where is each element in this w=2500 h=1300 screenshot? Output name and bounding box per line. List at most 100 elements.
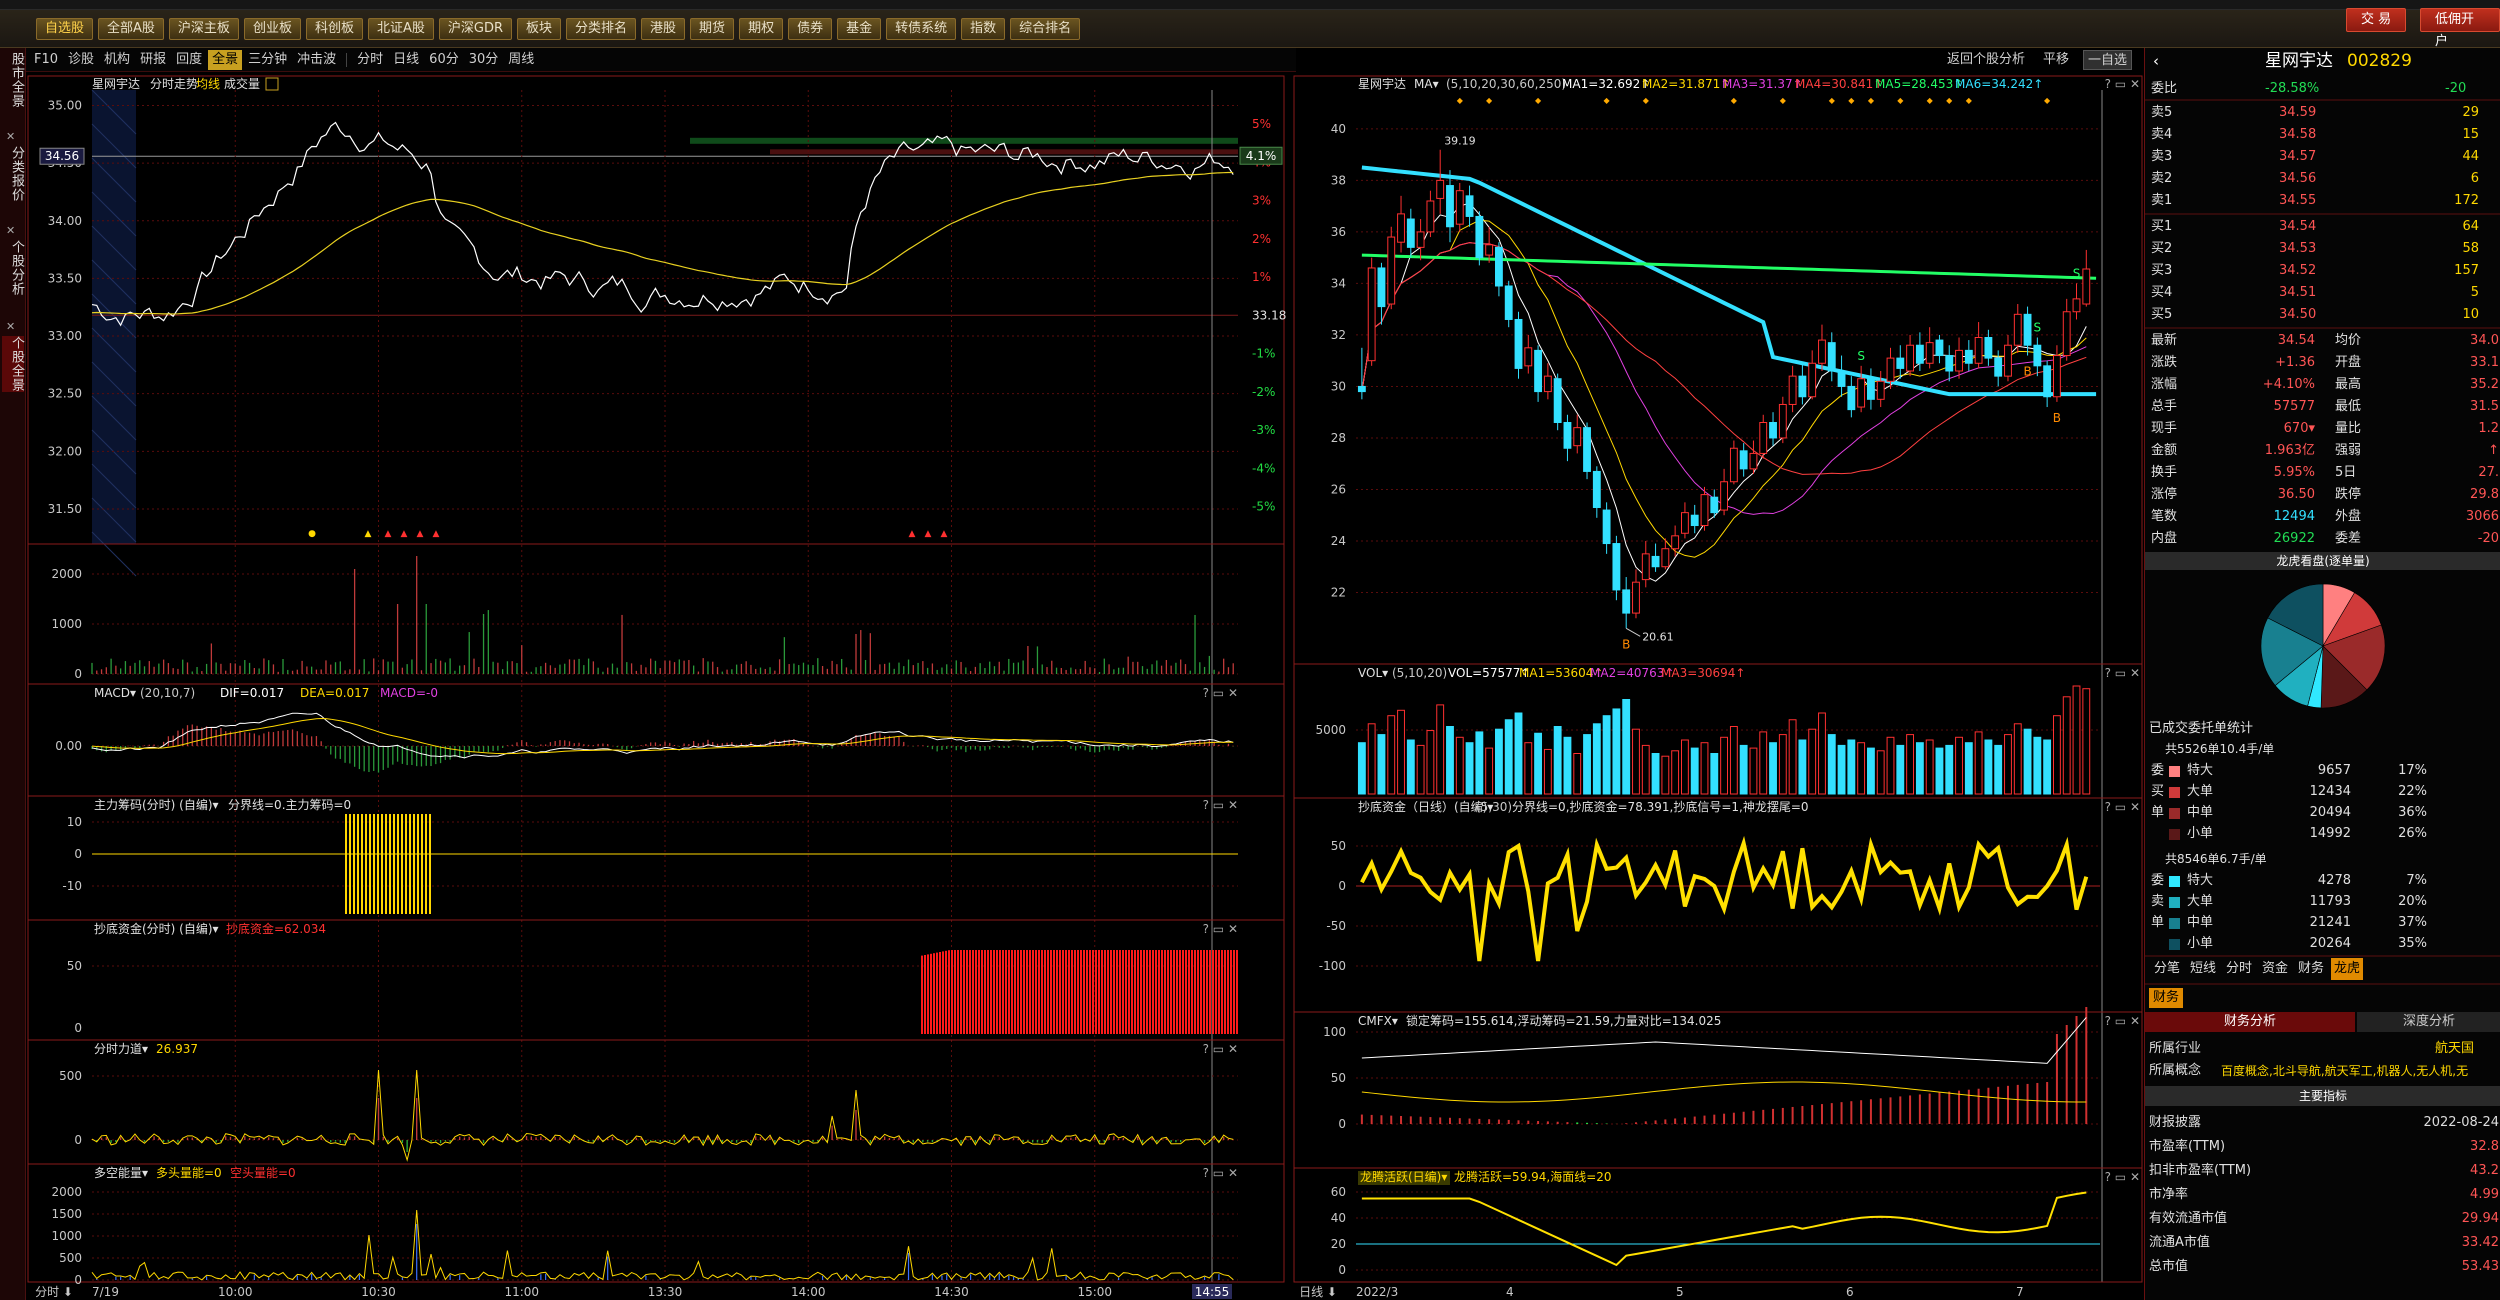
macd-value: MACD=-0 <box>380 686 438 700</box>
quote-label-2: 最高 <box>2335 377 2362 392</box>
dkn-controls[interactable]: ? ▭ ✕ <box>1203 1166 1238 1180</box>
dkn-axis-label: 0 <box>74 1273 82 1287</box>
chart-canvas[interactable]: 星网宇达分时走势均线成交量35.0034.5034.0033.5033.0032… <box>0 0 2144 1300</box>
kline-vol-bar <box>1749 747 1758 795</box>
trade-volume: 11793 <box>2309 894 2351 909</box>
signal-marker: ▲ <box>433 529 440 539</box>
fin-tab[interactable]: 财务 <box>2149 988 2184 1008</box>
panel-tab-0[interactable]: 分笔 <box>2151 958 2183 980</box>
quote-label-2: 外盘 <box>2335 509 2362 524</box>
candle-body <box>1925 342 1934 364</box>
panel-tab-4[interactable]: 财务 <box>2295 958 2327 980</box>
kline-ma-label[interactable]: MA▾ <box>1414 77 1439 91</box>
candle-body <box>1475 215 1484 259</box>
zlcm-panel-frame <box>27 795 1285 921</box>
panel-tab-1[interactable]: 短线 <box>2187 958 2219 980</box>
kline-cdzj-controls[interactable]: ? ▭ ✕ <box>2105 800 2140 814</box>
kline-event-marker: ◆ <box>2044 96 2051 105</box>
macd-params: (20,10,7) <box>140 686 195 700</box>
time-cursor-label: 14:55 <box>1195 1285 1230 1299</box>
candle-body <box>1426 200 1435 233</box>
kline-vol-controls[interactable]: ? ▭ ✕ <box>2105 666 2140 680</box>
kline-vol-bar <box>1700 742 1709 795</box>
candle-body <box>1681 512 1689 534</box>
pct-axis-label: 1% <box>1252 270 1271 284</box>
kline-cmfx-title[interactable]: CMFX▾ <box>1358 1014 1398 1028</box>
kline-cdzj-title[interactable]: 抄底资金（日线）(自编)▾ <box>1358 799 1493 814</box>
macd-controls[interactable]: ? ▭ ✕ <box>1203 686 1238 700</box>
kline-high-label: 39.19 <box>1444 134 1476 147</box>
kline-vol-bar <box>2062 696 2071 795</box>
candle-body <box>1397 213 1405 243</box>
kline-vol-bar <box>2033 736 2042 795</box>
trade-percent: 37% <box>2398 915 2427 930</box>
kline-month-label: 6 <box>1846 1285 1854 1299</box>
quote-label: 笔数 <box>2151 509 2178 524</box>
dkn-title[interactable]: 多空能量▾ <box>94 1166 148 1180</box>
candle-body <box>1729 447 1738 483</box>
collapse-icon[interactable]: ‹ <box>2153 50 2159 72</box>
candle-body <box>1710 496 1719 514</box>
cdzj-title[interactable]: 抄底资金(分时) (自编)▾ <box>94 921 219 936</box>
kline-cdzj-axis-label: -50 <box>1326 919 1346 933</box>
candle-body <box>1377 267 1386 308</box>
quote-label: 最新 <box>2151 333 2178 348</box>
candle-body <box>1935 339 1944 357</box>
candle-body <box>1749 452 1758 470</box>
kline-axis-switch[interactable]: 日线 ⬇ <box>1299 1285 1337 1299</box>
panel-tab-3[interactable]: 资金 <box>2259 958 2291 980</box>
ask-label: 卖2 <box>2151 171 2173 186</box>
vol-axis-label: 0 <box>74 667 82 681</box>
kline-vol-bar <box>1436 704 1445 795</box>
buy-signal-marker: B <box>1622 637 1630 651</box>
quote-label: 金额 <box>2151 443 2178 458</box>
kline-vol-title[interactable]: VOL▾ <box>1358 666 1388 680</box>
quote-value: 26922 <box>2273 531 2315 546</box>
quote-value-2: 33.1 <box>2470 355 2499 370</box>
kline-cmfx-controls[interactable]: ? ▭ ✕ <box>2105 1014 2140 1028</box>
candle-body <box>1553 378 1562 423</box>
kline-lthy-title[interactable]: 龙腾活跃(日编)▾ <box>1360 1169 1447 1184</box>
kline-cmfx-text: 锁定筹码=155.614,浮动筹码=21.59,力量对比=134.025 <box>1406 1013 1721 1028</box>
kline-vol-bar <box>1377 734 1386 795</box>
kline-vol-bar <box>1925 739 1934 795</box>
fin-sub-tab-1[interactable]: 深度分析 <box>2357 1012 2500 1032</box>
price-axis-label: 32.00 <box>48 444 82 458</box>
kline-vol-bar <box>1387 715 1396 795</box>
cdzj-controls[interactable]: ? ▭ ✕ <box>1203 922 1238 936</box>
time-axis-switch[interactable]: 分时 ⬇ <box>35 1285 73 1299</box>
kline-cdzj-axis-label: -100 <box>1319 959 1346 973</box>
kline-vol-bar <box>1837 744 1846 795</box>
candle-body <box>1886 357 1895 382</box>
candle-body <box>1524 347 1533 367</box>
kline-vol-params: (5,10,20) <box>1392 666 1447 680</box>
dropdown-icon[interactable] <box>265 77 279 91</box>
fsld-controls[interactable]: ? ▭ ✕ <box>1203 1042 1238 1056</box>
pct-axis-label: -4% <box>1252 461 1275 475</box>
kline-vol-bar <box>1876 750 1885 795</box>
open-account-button[interactable]: 低佣开户 <box>2420 8 2500 49</box>
kline-lthy-controls[interactable]: ? ▭ ✕ <box>2105 1170 2140 1184</box>
cur-price-label: 34.56 <box>45 149 79 163</box>
kline-vol-bar <box>1485 747 1494 795</box>
candle-body <box>2053 355 2061 398</box>
kline-vol-bar <box>1798 739 1807 795</box>
fin-sub-tab-0[interactable]: 财务分析 <box>2145 1012 2355 1032</box>
panel-tab-5[interactable]: 龙虎 <box>2331 958 2364 980</box>
kline-controls[interactable]: ? ▭ ✕ <box>2105 77 2140 91</box>
kline-ma-value: MA5=28.453↑ <box>1875 77 1963 91</box>
zlcm-title[interactable]: 主力筹码(分时) (自编)▾ <box>94 797 219 812</box>
kline-axis-label: 32 <box>1331 328 1346 342</box>
trade-percent: 36% <box>2398 805 2427 820</box>
trade-size-label: 中单 <box>2187 915 2214 930</box>
candle-body <box>1436 179 1445 199</box>
kline-lthy-axis-label: 60 <box>1331 1185 1346 1199</box>
trade-button[interactable]: 交 易 <box>2346 8 2407 32</box>
panel-tab-2[interactable]: 分时 <box>2223 958 2255 980</box>
zlcm-controls[interactable]: ? ▭ ✕ <box>1203 798 1238 812</box>
fsld-title[interactable]: 分时力道▾ <box>94 1042 148 1056</box>
signal-marker: ▲ <box>925 529 932 539</box>
macd-title[interactable]: MACD▾ <box>94 686 136 700</box>
candle-body <box>1543 375 1552 393</box>
time-axis-label: 10:30 <box>361 1285 396 1299</box>
